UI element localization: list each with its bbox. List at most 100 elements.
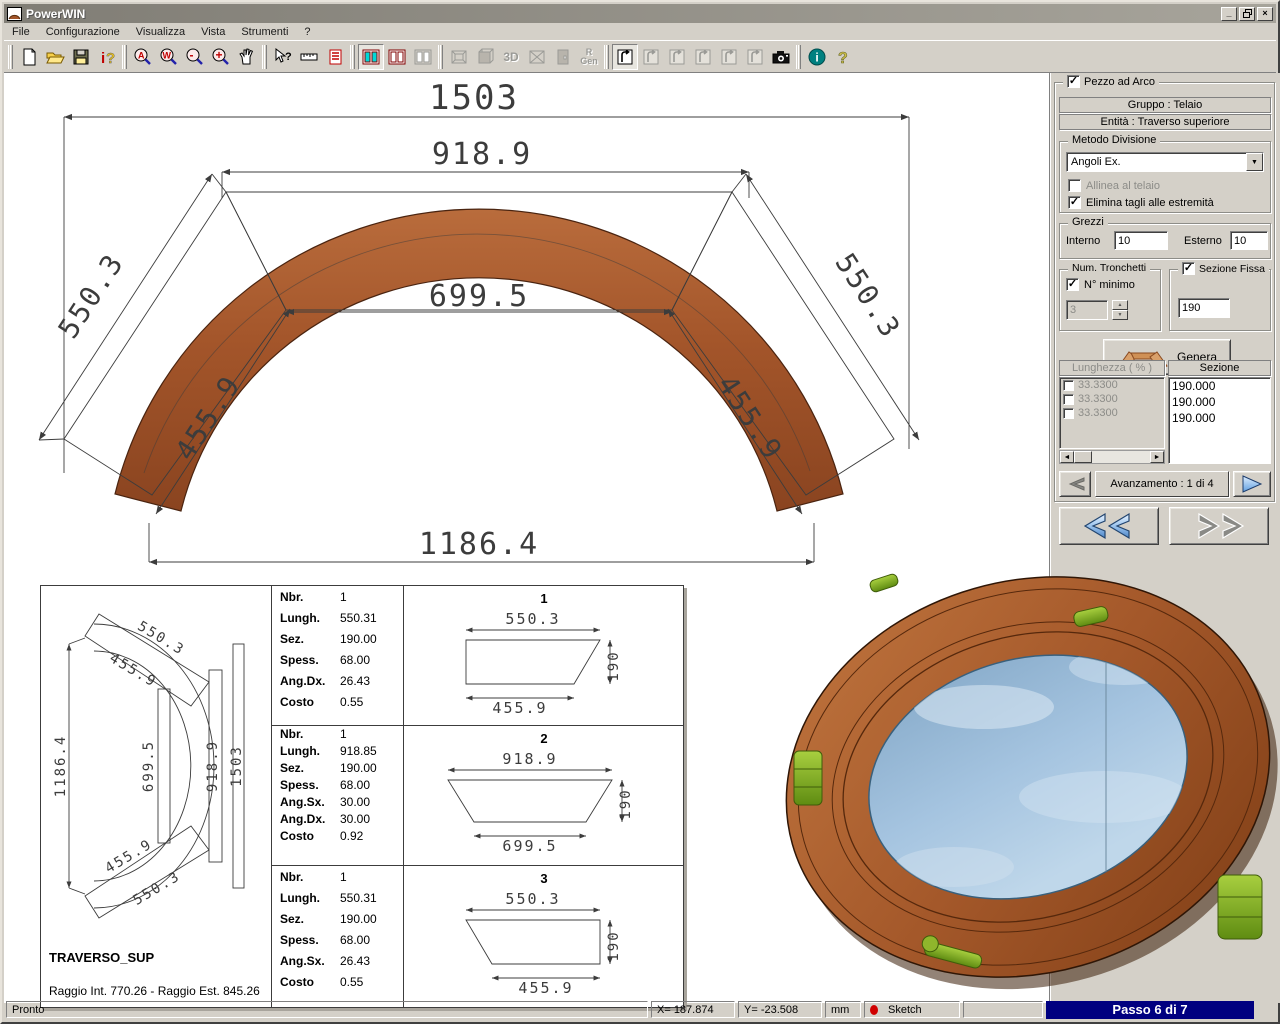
lunghezza-column-header[interactable]: Lunghezza ( % ) — [1059, 360, 1165, 376]
zoom-window-button[interactable]: W — [156, 44, 182, 70]
metodo-divisione-select[interactable]: Angoli Ex. ▼ — [1066, 152, 1264, 172]
view-frame-outline-button[interactable] — [384, 44, 410, 70]
svg-text:+: + — [216, 48, 223, 62]
properties-button[interactable] — [322, 44, 348, 70]
piece-2-profile: 2 918.9 699.5 190 — [404, 725, 684, 865]
toolbar-grabber[interactable] — [796, 45, 801, 69]
interno-input[interactable] — [1114, 231, 1168, 250]
close-button[interactable]: × — [1257, 7, 1273, 21]
step-back-button[interactable] — [1059, 507, 1159, 545]
scroll-thumb[interactable] — [1074, 451, 1092, 463]
esterno-input[interactable] — [1230, 231, 1268, 250]
zoom-all-icon: A — [133, 47, 153, 67]
sezione-list-item[interactable]: 190.000 — [1169, 394, 1270, 410]
lunghezza-hscrollbar[interactable]: ◄ ► — [1059, 450, 1165, 464]
help-info-button[interactable]: i? — [94, 44, 120, 70]
restore-button[interactable] — [1239, 7, 1255, 21]
svg-text:?: ? — [285, 51, 292, 63]
toolbar-grabber[interactable] — [262, 45, 267, 69]
scroll-right-icon[interactable]: ► — [1150, 451, 1164, 463]
elimina-checkbox-row[interactable]: Elimina tagli alle estremità — [1068, 196, 1214, 209]
window-panes-outline-icon — [387, 47, 407, 67]
toolbar-grabber[interactable] — [438, 45, 443, 69]
context-help-icon: ? — [273, 47, 293, 67]
svg-text:190: 190 — [606, 930, 622, 961]
sezione-column-header[interactable]: Sezione — [1168, 360, 1271, 376]
toolbar-grabber[interactable] — [8, 45, 13, 69]
avanzamento-next-button[interactable] — [1233, 471, 1271, 497]
n-minimo-row[interactable]: N° minimo — [1066, 278, 1135, 291]
menu-configurazione[interactable]: Configurazione — [38, 24, 128, 40]
row-checkbox[interactable] — [1063, 394, 1074, 405]
menu-visualizza[interactable]: Visualizza — [128, 24, 193, 40]
nav-window-6-button — [742, 44, 768, 70]
app-icon — [7, 7, 22, 21]
elimina-checkbox[interactable] — [1068, 196, 1081, 209]
sezione-fissa-group: Sezione Fissa — [1169, 269, 1271, 331]
pan-hand-icon — [237, 47, 257, 67]
save-icon — [71, 47, 91, 67]
menu-help[interactable]: ? — [296, 24, 318, 40]
lunghezza-list-item[interactable]: 33.3300 — [1060, 406, 1164, 420]
dim-bottom-width: 1186.4 — [419, 527, 539, 562]
window-arrow-gray-icon — [745, 47, 765, 67]
chevron-down-icon[interactable]: ▼ — [1246, 153, 1263, 171]
spinner-up-icon[interactable]: ▲ — [1112, 300, 1128, 310]
spinner-down-icon[interactable]: ▼ — [1112, 310, 1128, 320]
lunghezza-list-item[interactable]: 33.3300 — [1060, 392, 1164, 406]
piece-3-profile: 3 550.3 455.9 190 — [404, 865, 684, 1008]
measure-button[interactable] — [296, 44, 322, 70]
zoom-in-button[interactable]: + — [208, 44, 234, 70]
row-checkbox[interactable] — [1063, 408, 1074, 419]
sezione-fissa-input[interactable] — [1178, 298, 1230, 318]
view-frame-button[interactable] — [358, 44, 384, 70]
menu-vista[interactable]: Vista — [193, 24, 233, 40]
sezione-list-item[interactable]: 190.000 — [1169, 378, 1270, 394]
record-dot-icon — [870, 1005, 878, 1015]
toolbar-grabber[interactable] — [350, 45, 355, 69]
coord-x: X= 187.874 — [651, 1001, 735, 1018]
arch-wood-band — [115, 209, 843, 511]
grezzi-group: Grezzi Interno Esterno — [1059, 223, 1271, 259]
toolbar-grabber[interactable] — [122, 45, 127, 69]
lunghezza-list-item[interactable]: 33.3300 — [1060, 378, 1164, 392]
menu-strumenti[interactable]: Strumenti — [233, 24, 296, 40]
sezione-list[interactable]: 190.000 190.000 190.000 — [1168, 377, 1271, 464]
svg-text:W: W — [163, 50, 172, 60]
zoom-window-icon: W — [159, 47, 179, 67]
esterno-label: Esterno — [1184, 235, 1222, 247]
n-minimo-checkbox[interactable] — [1066, 278, 1079, 291]
menu-file[interactable]: File — [4, 24, 38, 40]
solid-book-gray-icon — [475, 47, 495, 67]
pezzo-ad-arco-checkbox[interactable] — [1067, 75, 1080, 88]
sezione-list-item[interactable]: 190.000 — [1169, 410, 1270, 426]
snapshot-button[interactable] — [768, 44, 794, 70]
zoom-out-button[interactable]: - — [182, 44, 208, 70]
help-button[interactable]: ? — [830, 44, 856, 70]
sezione-fissa-checkbox[interactable] — [1182, 262, 1195, 275]
open-file-button[interactable] — [42, 44, 68, 70]
detail-dim-1186: 1186.4 — [53, 735, 69, 798]
frame-box-gray-icon — [449, 47, 469, 67]
metodo-divisione-legend: Metodo Divisione — [1068, 134, 1160, 146]
minimize-button[interactable]: _ — [1221, 7, 1237, 21]
toolbar-grabber[interactable] — [604, 45, 609, 69]
context-help-button[interactable]: ? — [270, 44, 296, 70]
tronchetti-spinner[interactable]: ▲ ▼ — [1112, 300, 1128, 320]
row-checkbox[interactable] — [1063, 380, 1074, 391]
avanzamento-prev-button[interactable] — [1059, 471, 1091, 497]
double-arrow-left-blue-icon — [1077, 511, 1141, 541]
lunghezza-list[interactable]: 33.3300 33.3300 33.3300 — [1059, 377, 1165, 449]
detail-values-column: Nbr.1 Lungh.550.31 Sez.190.00 Spess.68.0… — [271, 586, 403, 1007]
interno-label: Interno — [1066, 235, 1100, 247]
save-button[interactable] — [68, 44, 94, 70]
zoom-all-button[interactable]: A — [130, 44, 156, 70]
svg-text:455.9: 455.9 — [518, 979, 573, 997]
nav-window-button[interactable] — [612, 44, 638, 70]
scroll-left-icon[interactable]: ◄ — [1060, 451, 1074, 463]
new-file-button[interactable] — [16, 44, 42, 70]
title-bar[interactable]: PowerWIN _ × — [4, 4, 1276, 23]
info-button[interactable]: i — [804, 44, 830, 70]
svg-text:550.3: 550.3 — [505, 890, 560, 908]
pan-button[interactable] — [234, 44, 260, 70]
